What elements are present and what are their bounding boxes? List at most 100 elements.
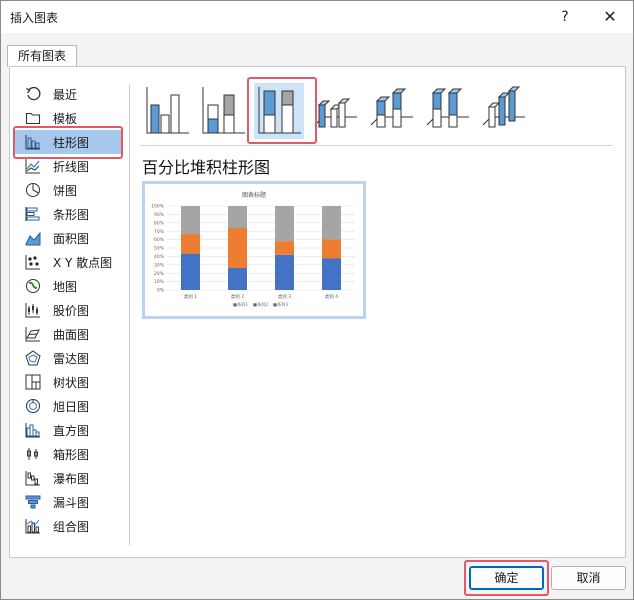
sunburst-chart-icon	[25, 398, 41, 414]
preview-legend-entry: ■系列1	[233, 301, 248, 308]
map-chart-icon	[25, 278, 41, 294]
sidebar-item-bar[interactable]: 条形图	[13, 202, 121, 226]
preview-bar-segment	[322, 258, 341, 290]
sidebar-item-label: 树状图	[53, 375, 90, 390]
sidebar-item-label: 面积图	[53, 231, 90, 246]
pie-chart-icon	[25, 182, 41, 198]
sidebar-item-label: 旭日图	[53, 399, 90, 414]
sidebar-item-funnel[interactable]: 漏斗图	[13, 490, 121, 514]
close-button[interactable]: ✕	[595, 5, 625, 29]
3d-stacked-column-icon	[370, 88, 413, 128]
stacked-column-icon	[202, 87, 245, 134]
sidebar-highlight	[13, 126, 123, 159]
panel-divider	[129, 85, 130, 545]
preview-chart: 100% 90% 80% 70% 60% 50% 40% 30% 20% 10% 0% 类别 1 类别 …	[151, 204, 355, 308]
sidebar-item-surface[interactable]: 曲面图	[13, 322, 121, 346]
chart-preview[interactable]: 图表标题 100% 90% 80% 70% 60% 50% 40% 30% 20% 10% 0% 类别…	[142, 181, 366, 319]
sidebar-item-sunburst[interactable]: 旭日图	[13, 394, 121, 418]
surface-chart-icon	[25, 326, 41, 342]
line-chart-icon	[25, 158, 41, 174]
recent-icon	[25, 86, 41, 102]
folder-icon	[25, 110, 41, 126]
preview-bar-segment	[322, 239, 341, 259]
insert-chart-dialog: 插入图表 ? ✕ 所有图表 最近 模板 柱形图 折线图 饼图 条形图 面积图 X…	[0, 0, 634, 600]
subtype-3d-percent-stacked-column[interactable]	[422, 83, 472, 139]
preview-y-tick-label: 20%	[154, 271, 165, 277]
subtype-stacked-column[interactable]	[198, 83, 248, 139]
subtype-3d-stacked-column[interactable]	[366, 83, 416, 139]
sidebar-item-waterfall[interactable]: 瀑布图	[13, 466, 121, 490]
sidebar-item-box-whisker[interactable]: 箱形图	[13, 442, 121, 466]
preview-y-tick-label: 10%	[154, 279, 165, 285]
preview-x-tick-label: 类别 3	[278, 293, 291, 300]
sidebar-item-scatter[interactable]: X Y 散点图	[13, 250, 121, 274]
preview-legend-entry: ■系列2	[253, 301, 268, 308]
cancel-button[interactable]: 取消	[551, 566, 626, 590]
preview-legend-entry: ■系列3	[273, 301, 288, 308]
bar-chart-icon	[25, 206, 41, 222]
preview-bar-segment	[275, 241, 294, 255]
preview-bar-segment	[275, 254, 294, 290]
preview-x-tick-label: 类别 4	[325, 293, 338, 300]
radar-chart-icon	[25, 350, 41, 366]
subtype-3d-column[interactable]	[478, 83, 528, 139]
sidebar-item-label: 组合图	[53, 519, 90, 534]
area-chart-icon	[25, 230, 41, 246]
sidebar-item-label: 箱形图	[53, 447, 90, 462]
preview-y-tick-label: 60%	[154, 237, 165, 243]
3d-clustered-column-icon	[314, 98, 357, 128]
sidebar-item-recent[interactable]: 最近	[13, 82, 121, 106]
help-button[interactable]: ?	[550, 5, 580, 29]
combo-chart-icon	[25, 518, 41, 534]
sidebar-item-label: 漏斗图	[53, 495, 90, 510]
preview-bar-segment	[228, 228, 247, 268]
sidebar-item-label: X Y 散点图	[53, 255, 113, 270]
clustered-column-icon	[146, 87, 189, 134]
preview-x-tick-label: 类别 2	[231, 293, 244, 300]
sidebar-item-label: 雷达图	[53, 351, 90, 366]
sidebar-item-treemap[interactable]: 树状图	[13, 370, 121, 394]
waterfall-chart-icon	[25, 470, 41, 486]
selected-chart-name: 百分比堆积柱形图	[142, 158, 271, 177]
preview-bar-segment	[322, 206, 341, 240]
sidebar-item-combo[interactable]: 组合图	[13, 514, 121, 538]
sidebar-item-label: 最近	[53, 87, 78, 102]
preview-bar-segment	[228, 206, 247, 229]
funnel-chart-icon	[25, 494, 41, 510]
preview-bar-segment	[181, 253, 200, 290]
preview-y-tick-label: 80%	[154, 220, 165, 226]
sidebar-item-pie[interactable]: 饼图	[13, 178, 121, 202]
sidebar-item-label: 股价图	[53, 303, 90, 318]
preview-y-tick-label: 40%	[154, 254, 165, 260]
preview-y-tick-label: 0%	[157, 288, 165, 294]
subtype-clustered-column[interactable]	[142, 83, 192, 139]
preview-bar-segment	[228, 267, 247, 290]
tab-all-charts[interactable]: 所有图表	[7, 45, 77, 67]
histogram-chart-icon	[25, 422, 41, 438]
subtype-highlight	[247, 77, 317, 144]
sidebar-item-label: 地图	[53, 279, 78, 294]
sidebar-item-label: 瀑布图	[53, 471, 90, 486]
3d-percent-stacked-column-icon	[426, 88, 469, 128]
sidebar-item-label: 曲面图	[53, 327, 90, 342]
stock-chart-icon	[25, 302, 41, 318]
preview-bar-segment	[181, 234, 200, 254]
sidebar-item-radar[interactable]: 雷达图	[13, 346, 121, 370]
title-bar: 插入图表 ? ✕	[1, 1, 633, 33]
subtype-3d-clustered-column[interactable]	[310, 83, 360, 139]
preview-y-tick-label: 70%	[154, 229, 165, 235]
scatter-chart-icon	[25, 254, 41, 270]
sidebar-item-area[interactable]: 面积图	[13, 226, 121, 250]
treemap-chart-icon	[25, 374, 41, 390]
sidebar-item-map[interactable]: 地图	[13, 274, 121, 298]
preview-bar-segment	[181, 206, 200, 235]
preview-y-tick-label: 50%	[154, 246, 165, 252]
preview-y-tick-label: 100%	[151, 204, 165, 210]
sidebar-item-label: 条形图	[53, 207, 90, 222]
box-whisker-icon	[25, 446, 41, 462]
sidebar-item-label: 直方图	[53, 423, 90, 438]
sidebar-item-stock[interactable]: 股价图	[13, 298, 121, 322]
sidebar-item-histogram[interactable]: 直方图	[13, 418, 121, 442]
dialog-title: 插入图表	[10, 11, 59, 25]
ok-button-highlight	[464, 560, 549, 596]
